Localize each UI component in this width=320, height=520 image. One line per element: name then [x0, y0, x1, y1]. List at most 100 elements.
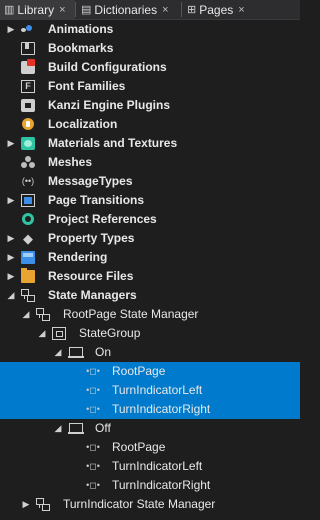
build-configurations-icon [21, 59, 35, 74]
tree-item-label: Animations [48, 22, 114, 36]
tree-item-label: TurnIndicator State Manager [63, 497, 216, 511]
materials-icon [21, 137, 35, 150]
tab-divider [75, 2, 76, 17]
tree-item-state-managers[interactable]: ◢ State Managers [0, 286, 300, 305]
tree-item-label: RootPage [112, 440, 166, 454]
tree-item-label: Rendering [48, 250, 108, 264]
property-value-icon: •◻• [86, 366, 100, 376]
property-value-icon: •◻• [86, 461, 100, 471]
tree-item-property-types[interactable]: ▶ ◆ Property Types [0, 229, 300, 248]
bookmarks-icon [21, 42, 35, 55]
project-references-icon [22, 213, 34, 225]
rendering-icon [21, 251, 35, 264]
tree-item-turnindicatorright[interactable]: •◻• TurnIndicatorRight [0, 400, 300, 419]
tree-item-label: Page Transitions [48, 193, 145, 207]
collapse-arrow-icon[interactable]: ◢ [6, 286, 16, 305]
tree-item-label: MessageTypes [48, 174, 133, 188]
collapse-arrow-icon[interactable]: ◢ [53, 419, 63, 438]
tree-item-label: TurnIndicatorRight [112, 402, 211, 416]
tree-item-rendering[interactable]: ▶ Rendering [0, 248, 300, 267]
state-icon [68, 347, 84, 358]
expand-arrow-icon[interactable]: ▶ [6, 267, 16, 286]
tree-item-page-transitions[interactable]: ▶ Page Transitions [0, 191, 300, 210]
property-value-icon: •◻• [86, 442, 100, 452]
tree-item-stategroup[interactable]: ◢ StateGroup [0, 324, 300, 343]
tree-item-rootpage[interactable]: •◻• RootPage [0, 362, 300, 381]
tree-item-turnindicatorleft[interactable]: •◻• TurnIndicatorLeft [0, 457, 300, 476]
collapse-arrow-icon[interactable]: ◢ [37, 324, 47, 343]
tab-bar: ▥ Library × ▤ Dictionaries × ⊞ Pages × [0, 0, 300, 20]
property-value-icon: •◻• [86, 480, 100, 490]
message-types-icon: (••) [21, 176, 35, 186]
tree-item-turnindicator-state-manager[interactable]: ▶ TurnIndicator State Manager [0, 495, 300, 514]
tree-item-turnindicatorleft[interactable]: •◻• TurnIndicatorLeft [0, 381, 300, 400]
tree-item-label: Materials and Textures [48, 136, 178, 150]
tree-item-kanzi-engine-plugins[interactable]: Kanzi Engine Plugins [0, 96, 300, 115]
animations-icon [21, 23, 35, 36]
close-icon[interactable]: × [162, 4, 168, 16]
tab-divider [181, 2, 182, 17]
tree-item-label: Project References [48, 212, 157, 226]
close-icon[interactable]: × [59, 4, 65, 16]
font-families-icon: F [21, 80, 35, 93]
tree-item-state-on[interactable]: ◢ On [0, 343, 300, 362]
tree-item-label: Kanzi Engine Plugins [48, 98, 171, 112]
expand-arrow-icon[interactable]: ▶ [21, 495, 31, 514]
tree-item-message-types[interactable]: (••) MessageTypes [0, 172, 300, 191]
tree-item-materials-and-textures[interactable]: ▶ Materials and Textures [0, 134, 300, 153]
tree-item-label: Build Configurations [48, 60, 167, 74]
state-manager-icon [36, 498, 50, 511]
meshes-icon [21, 156, 35, 169]
tree-item-label: TurnIndicatorLeft [112, 459, 203, 473]
tree-item-label: Resource Files [48, 269, 134, 283]
tree-item-label: Meshes [48, 155, 93, 169]
tree-item-label: Property Types [48, 231, 135, 245]
tab-pages[interactable]: ⊞ Pages × [183, 0, 263, 19]
state-group-icon [52, 327, 66, 340]
tree-item-bookmarks[interactable]: Bookmarks [0, 39, 300, 58]
tree-item-project-references[interactable]: Project References [0, 210, 300, 229]
tree-item-label: StateGroup [79, 326, 141, 340]
tree-item-localization[interactable]: Localization [0, 115, 300, 134]
tree-item-label: Bookmarks [48, 41, 114, 55]
tree-item-animations[interactable]: ▶ Animations [0, 20, 300, 39]
expand-arrow-icon[interactable]: ▶ [6, 248, 16, 267]
tree-item-label: Font Families [48, 79, 126, 93]
collapse-arrow-icon[interactable]: ◢ [53, 343, 63, 362]
state-manager-icon [36, 308, 50, 321]
expand-arrow-icon[interactable]: ▶ [6, 229, 16, 248]
dictionaries-icon: ▤ [81, 4, 92, 16]
tree-item-label: TurnIndicatorLeft [112, 383, 203, 397]
expand-arrow-icon[interactable]: ▶ [6, 134, 16, 153]
pages-icon: ⊞ [187, 4, 197, 16]
property-value-icon: •◻• [86, 385, 100, 395]
tree-item-label: Off [95, 421, 111, 435]
tree-item-state-off[interactable]: ◢ Off [0, 419, 300, 438]
kanzi-engine-plugins-icon [21, 99, 35, 112]
tree-item-font-families[interactable]: F Font Families [0, 77, 300, 96]
resource-files-icon [21, 268, 35, 283]
tab-library-label: Library [17, 2, 55, 17]
tree-item-label: RootPage [112, 364, 166, 378]
tree-item-build-configurations[interactable]: Build Configurations [0, 58, 300, 77]
localization-icon [22, 118, 34, 130]
tree-item-rootpage[interactable]: •◻• RootPage [0, 438, 300, 457]
state-managers-icon [21, 289, 35, 302]
page-transitions-icon [21, 194, 35, 207]
tree-item-label: RootPage State Manager [63, 307, 199, 321]
tree-item-label: TurnIndicatorRight [112, 478, 211, 492]
collapse-arrow-icon[interactable]: ◢ [21, 305, 31, 324]
tree-item-meshes[interactable]: Meshes [0, 153, 300, 172]
tree-item-turnindicatorright[interactable]: •◻• TurnIndicatorRight [0, 476, 300, 495]
tab-dictionaries[interactable]: ▤ Dictionaries × [77, 0, 181, 19]
expand-arrow-icon[interactable]: ▶ [6, 191, 16, 210]
state-icon [68, 423, 84, 434]
close-icon[interactable]: × [238, 4, 244, 16]
library-icon: ▥ [4, 4, 15, 16]
library-tree: ▶ Animations Bookmarks Build Configurati… [0, 20, 300, 514]
expand-arrow-icon[interactable]: ▶ [6, 20, 16, 39]
tree-item-rootpage-state-manager[interactable]: ◢ RootPage State Manager [0, 305, 300, 324]
tree-item-resource-files[interactable]: ▶ Resource Files [0, 267, 300, 286]
tab-library[interactable]: ▥ Library × [0, 0, 75, 19]
tree-item-label: Localization [48, 117, 118, 131]
